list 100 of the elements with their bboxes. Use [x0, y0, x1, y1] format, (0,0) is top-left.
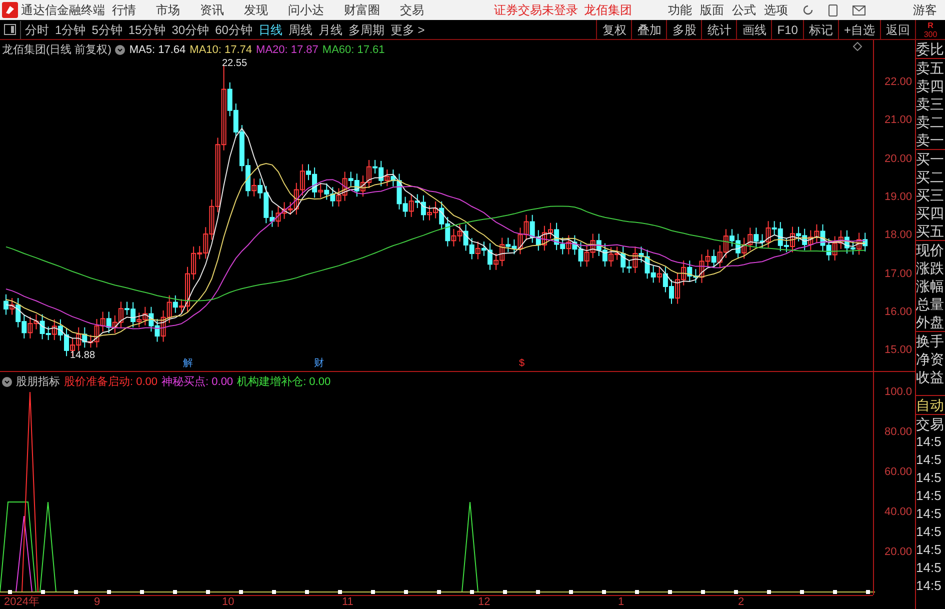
quote-field-label: 买五	[916, 222, 945, 241]
period-tab[interactable]: 30分钟	[172, 20, 210, 38]
axis-label: 80.00	[884, 426, 912, 438]
signal-marker	[866, 590, 870, 594]
axis-label: 60.00	[884, 466, 912, 478]
axis-label: 22.00	[884, 76, 912, 88]
diamond-icon[interactable]	[853, 42, 862, 51]
signal-marker	[41, 590, 45, 594]
ma-legend: MA60: 17.61	[322, 42, 385, 58]
axis-label: 17.00	[884, 268, 912, 280]
trade-time: 14:5	[916, 523, 942, 541]
menu-item[interactable]: 交易	[400, 1, 424, 19]
chart-title: 龙佰集团(日线 前复权)	[2, 43, 112, 58]
period-tab[interactable]: 1分钟	[55, 20, 86, 38]
refresh-icon[interactable]	[802, 4, 814, 16]
date-label: 11	[342, 596, 354, 609]
quote-field-label: 卖二	[916, 113, 945, 131]
period-tab[interactable]: 60分钟	[215, 20, 252, 38]
login-status: 证券交易未登录	[494, 2, 578, 19]
period-tab[interactable]: 周线	[288, 20, 312, 38]
mail-icon[interactable]	[852, 4, 866, 16]
toolbar-button[interactable]: 画线	[736, 20, 772, 39]
signal-marker	[239, 590, 243, 594]
indicator-title: 股朋指标	[16, 375, 60, 390]
menu-item[interactable]: 行情	[112, 1, 136, 19]
menu-item[interactable]: 发现	[244, 1, 268, 19]
tool-menu-item[interactable]: 版面	[700, 1, 724, 19]
event-mark[interactable]: 财	[314, 358, 324, 369]
event-mark[interactable]: $	[519, 358, 525, 369]
toolbar-button[interactable]: +自选	[838, 20, 880, 39]
signal-marker	[173, 590, 177, 594]
signal-marker	[635, 590, 639, 594]
axis-label: 18.00	[884, 229, 912, 242]
quote-field-label: 买一	[916, 150, 945, 168]
signal-marker	[569, 590, 573, 594]
tool-menu-item[interactable]: 选项	[764, 1, 788, 19]
date-label: 1	[618, 596, 624, 609]
signal-marker	[305, 590, 309, 594]
period-tab[interactable]: 分时	[25, 20, 49, 38]
period-tab[interactable]: 15分钟	[128, 20, 166, 38]
trade-time: 14:5	[916, 505, 942, 523]
signal-marker	[371, 590, 375, 594]
auto-mode-label[interactable]: 自动	[916, 395, 945, 414]
quote-field-label: 卖四	[916, 77, 945, 95]
axis-label: 100.0	[884, 386, 912, 398]
period-tab[interactable]: 月线	[318, 20, 342, 38]
menu-item[interactable]: 问小达	[288, 1, 324, 19]
quote-field-label: 总量	[916, 295, 945, 313]
toolbar-button[interactable]: 标记	[802, 20, 838, 39]
axis-label: 20.00	[884, 546, 912, 558]
trade-time: 14:5	[916, 577, 942, 595]
phone-icon[interactable]	[828, 4, 838, 16]
ma-legend: MA5: 17.64	[129, 42, 186, 58]
signal-marker	[140, 590, 144, 594]
period-tab[interactable]: 5分钟	[92, 20, 122, 38]
trade-time: 14:5	[916, 469, 942, 487]
period-tab[interactable]: 日线	[258, 20, 282, 38]
toolbar-button[interactable]: 统计	[701, 20, 736, 39]
toolbar-button[interactable]: 返回	[880, 20, 915, 39]
menu-item[interactable]: 资讯	[200, 1, 224, 19]
quote-field-label: 卖五	[916, 59, 945, 77]
event-mark[interactable]: 解	[183, 358, 193, 369]
menu-item[interactable]: 市场	[156, 1, 180, 19]
signal-marker	[404, 590, 408, 594]
quote-field-label: 卖三	[916, 95, 945, 113]
signal-marker	[272, 590, 276, 594]
dropdown-icon[interactable]	[115, 45, 126, 56]
high-price-label: 22.55	[222, 57, 248, 71]
toolbar-button[interactable]: F10	[771, 20, 803, 39]
signal-marker	[701, 590, 705, 594]
signal-marker	[536, 590, 540, 594]
axis-label: 21.00	[884, 114, 912, 126]
panel-toggle-icon[interactable]	[4, 24, 16, 35]
trade-time: 14:5	[916, 541, 942, 559]
axis-label: 15.00	[884, 344, 912, 356]
menu-item[interactable]: 财富圈	[344, 1, 380, 19]
tool-menu-item[interactable]: 功能	[668, 1, 692, 19]
axis-label: 19.00	[884, 190, 912, 203]
trade-time: 14:5	[916, 559, 942, 577]
period-tab[interactable]: 更多 >	[390, 20, 425, 38]
signal-marker	[734, 590, 738, 594]
ma-legend: MA20: 17.87	[256, 42, 318, 58]
signal-marker	[107, 590, 111, 594]
toolbar-button[interactable]: 复权	[596, 20, 632, 39]
signal-marker	[8, 590, 12, 594]
app-title: 通达信金融终端	[21, 2, 106, 19]
toolbar-button[interactable]: 叠加	[631, 20, 666, 39]
signal-marker	[74, 590, 78, 594]
date-label: 10	[222, 596, 234, 609]
signal-marker	[437, 590, 441, 594]
tool-menu-item[interactable]: 公式	[732, 1, 756, 19]
ma-legend: MA10: 17.74	[190, 42, 252, 58]
axis-label: 16.00	[884, 306, 912, 318]
date-label: 9	[94, 596, 100, 609]
dropdown-icon[interactable]	[2, 377, 12, 388]
toolbar-button[interactable]: 多股	[666, 20, 702, 39]
quote-field-label: 买四	[916, 204, 945, 222]
trade-label[interactable]: 交易	[916, 414, 945, 433]
date-label: 2	[738, 596, 744, 609]
period-tab[interactable]: 多周期	[348, 20, 384, 38]
